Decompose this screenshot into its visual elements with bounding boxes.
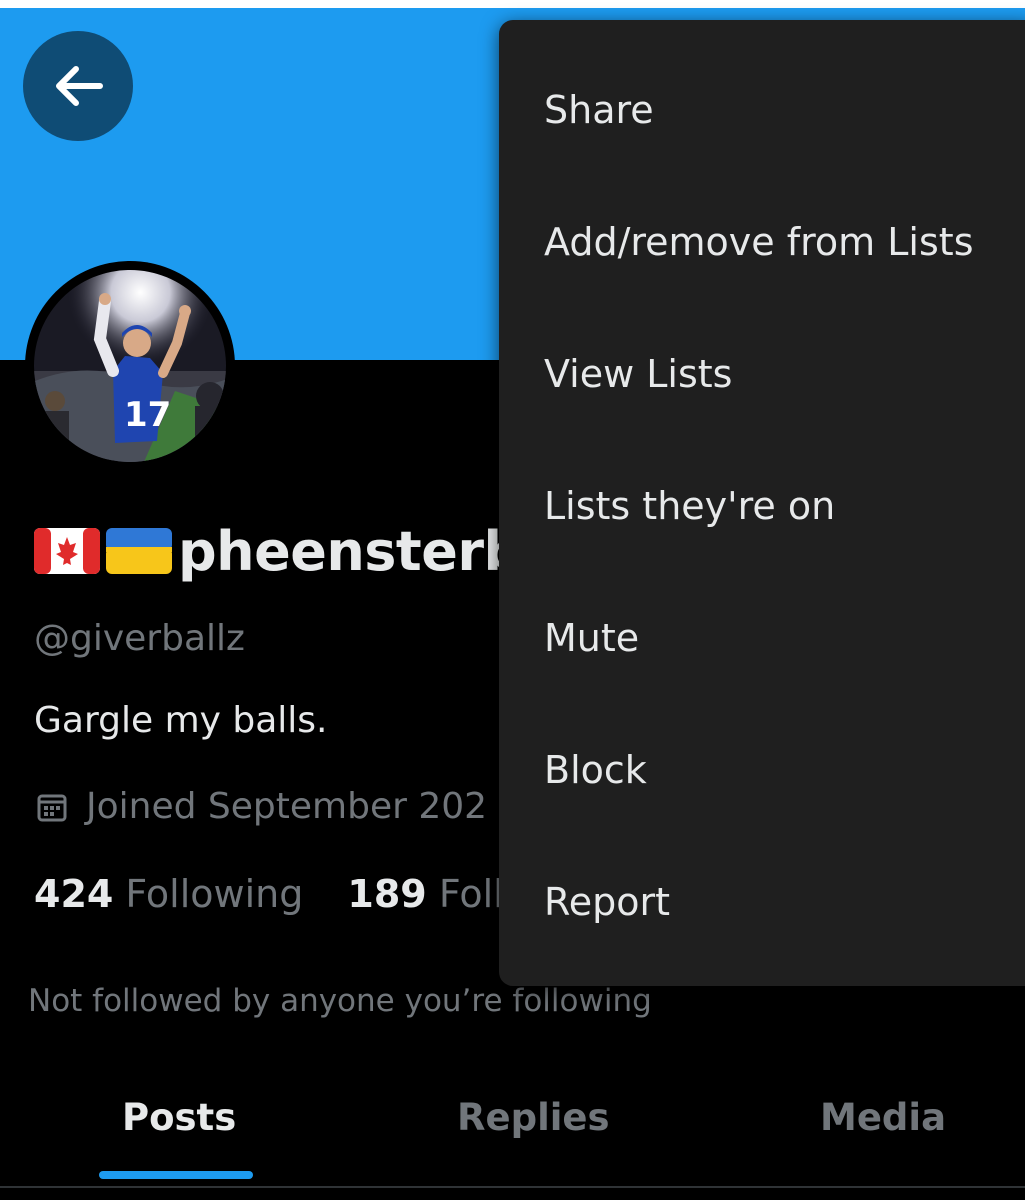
- follow-stats: 424 Following 189 Foll: [34, 872, 504, 916]
- avatar[interactable]: 17: [25, 261, 235, 471]
- following-label: Following: [125, 872, 304, 916]
- menu-item-mute[interactable]: Mute: [544, 572, 1024, 704]
- svg-text:17: 17: [124, 395, 171, 435]
- menu-item-add-remove-lists[interactable]: Add/remove from Lists: [544, 176, 1024, 308]
- menu-item-report[interactable]: Report: [544, 836, 1024, 968]
- tab-replies[interactable]: Replies: [457, 1096, 610, 1139]
- tabs-divider: [0, 1186, 1025, 1188]
- status-strip: [0, 0, 1025, 8]
- display-name: pheensterb: [178, 519, 522, 583]
- followers-label: Foll: [438, 872, 504, 916]
- tab-media[interactable]: Media: [820, 1096, 946, 1139]
- menu-item-block[interactable]: Block: [544, 704, 1024, 836]
- menu-item-view-lists[interactable]: View Lists: [544, 308, 1024, 440]
- avatar-image: 17: [34, 270, 226, 462]
- overflow-menu: Share Add/remove from Lists View Lists L…: [499, 20, 1025, 986]
- profile-page: 17 pheensterb @giverballz Gargle my ball…: [0, 0, 1025, 1200]
- profile-bio: Gargle my balls.: [34, 700, 328, 741]
- following-link[interactable]: 424 Following: [34, 872, 303, 916]
- ukraine-flag-icon: [106, 528, 172, 574]
- menu-item-lists-theyre-on[interactable]: Lists they're on: [544, 440, 1024, 572]
- joined-date-row: Joined September 202: [36, 786, 487, 827]
- active-tab-indicator: [99, 1171, 253, 1179]
- calendar-icon: [37, 794, 67, 821]
- following-count: 424: [34, 872, 114, 916]
- display-name-row: pheensterb: [34, 516, 522, 586]
- not-followed-notice: Not followed by anyone you’re following: [28, 983, 652, 1019]
- profile-tabs: Posts Replies Media: [0, 1080, 1025, 1184]
- back-button[interactable]: [23, 31, 133, 141]
- arrow-left-icon: [56, 66, 103, 106]
- menu-item-share[interactable]: Share: [544, 44, 1024, 176]
- tab-posts[interactable]: Posts: [122, 1096, 236, 1139]
- followers-count: 189: [347, 872, 427, 916]
- followers-link[interactable]: 189 Foll: [347, 872, 503, 916]
- joined-date: Joined September 202: [86, 786, 488, 827]
- canada-flag-icon: [34, 528, 100, 574]
- profile-handle: @giverballz: [34, 618, 245, 659]
